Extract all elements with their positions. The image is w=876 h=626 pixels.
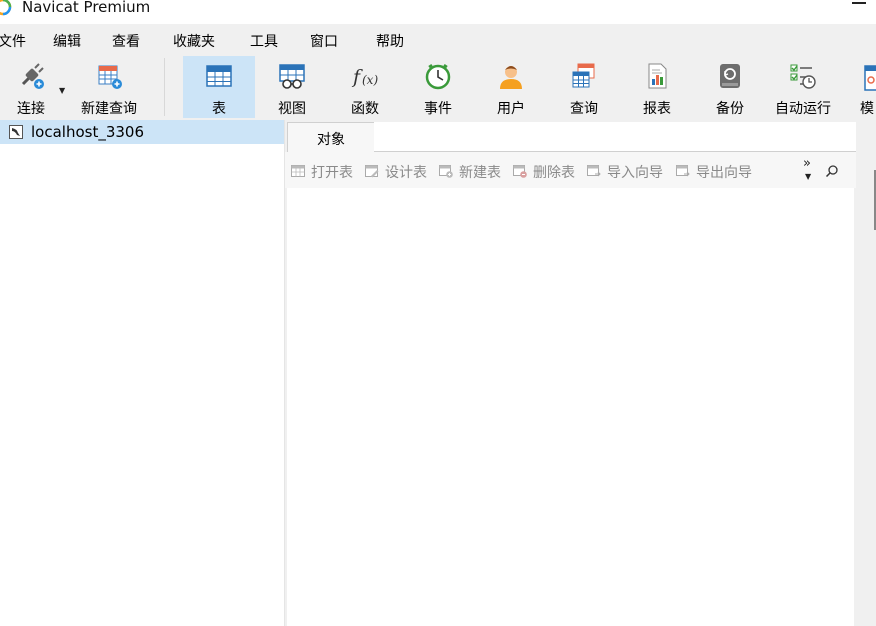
functions-label: 函数 xyxy=(351,101,379,117)
svg-text:(x): (x) xyxy=(362,73,378,87)
toolbar-separator xyxy=(164,58,165,116)
queries-button[interactable]: 查询 xyxy=(548,56,620,118)
new-query-label: 新建查询 xyxy=(81,101,137,117)
tables-label: 表 xyxy=(212,101,226,117)
search-icon[interactable] xyxy=(825,164,839,178)
user-icon xyxy=(500,66,522,89)
functions-button[interactable]: f (x) 函数 xyxy=(329,56,401,118)
object-pane: 对象 打开表 设计表 新建表 删除表 导入向导 导出向导 » ▼ xyxy=(285,120,856,626)
navicat-logo-icon xyxy=(0,0,12,16)
query-icon xyxy=(572,63,595,88)
plug-icon xyxy=(21,63,44,89)
auto-run-label: 自动运行 xyxy=(775,101,831,117)
import-icon xyxy=(587,165,601,177)
main-toolbar: 连接 ▼ 新建查询 表 视图 f (x) 函数 事件 用户 查询 报表 备份 自… xyxy=(0,54,876,120)
side-panel-edge xyxy=(856,120,876,626)
views-button[interactable]: 视图 xyxy=(256,56,328,118)
open-table-label: 打开表 xyxy=(311,165,353,181)
more-tools-button[interactable]: » xyxy=(803,156,811,171)
design-table-label: 设计表 xyxy=(385,165,427,181)
tab-objects-label: 对象 xyxy=(317,132,345,148)
model-icon xyxy=(864,65,876,91)
menu-favorites[interactable]: 收藏夹 xyxy=(173,31,215,51)
clock-icon xyxy=(425,63,451,90)
events-button[interactable]: 事件 xyxy=(402,56,474,118)
export-icon xyxy=(676,165,690,177)
export-wizard-label: 导出向导 xyxy=(696,165,752,181)
import-wizard-label: 导入向导 xyxy=(607,165,663,181)
queries-label: 查询 xyxy=(570,101,598,117)
menu-window[interactable]: 窗口 xyxy=(310,31,338,51)
users-button[interactable]: 用户 xyxy=(475,56,547,118)
model-button[interactable]: 模 xyxy=(840,56,876,118)
menu-file[interactable]: 文件 xyxy=(0,31,26,51)
menu-help[interactable]: 帮助 xyxy=(376,31,404,51)
menu-view[interactable]: 查看 xyxy=(112,31,140,51)
tab-bar: 对象 xyxy=(285,120,856,154)
backup-button[interactable]: 备份 xyxy=(694,56,766,118)
tab-bar-empty xyxy=(374,122,856,152)
connect-label: 连接 xyxy=(17,101,45,117)
reports-button[interactable]: 报表 xyxy=(621,56,693,118)
new-table-icon xyxy=(439,165,453,178)
chevron-down-icon[interactable]: ▼ xyxy=(805,172,811,181)
object-toolbar: 打开表 设计表 新建表 删除表 导入向导 导出向导 » ▼ xyxy=(285,152,856,188)
delete-table-label: 删除表 xyxy=(533,165,575,181)
new-query-icon xyxy=(98,65,122,89)
title-bar: Navicat Premium xyxy=(0,0,876,22)
design-table-icon xyxy=(365,165,379,178)
backup-icon xyxy=(720,64,740,88)
open-table-icon xyxy=(291,165,305,177)
report-icon xyxy=(648,63,667,89)
mysql-connection-icon xyxy=(9,125,23,139)
views-label: 视图 xyxy=(278,101,306,117)
backup-label: 备份 xyxy=(716,101,744,117)
function-icon: f (x) xyxy=(351,66,378,88)
object-list[interactable] xyxy=(287,188,854,626)
tree-item-connection[interactable]: localhost_3306 xyxy=(0,120,284,144)
tab-objects[interactable]: 对象 xyxy=(287,122,375,154)
new-table-label: 新建表 xyxy=(459,165,501,181)
table-icon xyxy=(206,65,232,87)
connect-button[interactable]: 连接 ▼ xyxy=(0,56,67,118)
menu-tools[interactable]: 工具 xyxy=(250,31,278,51)
minimize-button[interactable] xyxy=(852,2,866,4)
window-title: Navicat Premium xyxy=(22,0,151,16)
schedule-icon xyxy=(790,64,816,89)
model-label: 模 xyxy=(860,101,874,117)
chevron-down-icon[interactable]: ▼ xyxy=(59,86,65,95)
users-label: 用户 xyxy=(497,101,525,117)
connection-tree: localhost_3306 xyxy=(0,120,285,626)
new-query-button[interactable]: 新建查询 xyxy=(72,56,146,118)
view-icon xyxy=(279,64,305,89)
menu-bar: 文件 编辑 查看 收藏夹 工具 窗口 帮助 xyxy=(0,24,876,54)
auto-run-button[interactable]: 自动运行 xyxy=(767,56,839,118)
delete-table-icon xyxy=(513,165,527,178)
reports-label: 报表 xyxy=(643,101,671,117)
tables-button[interactable]: 表 xyxy=(183,56,255,118)
connection-label: localhost_3306 xyxy=(31,123,145,141)
menu-edit[interactable]: 编辑 xyxy=(53,31,81,51)
events-label: 事件 xyxy=(424,101,452,117)
